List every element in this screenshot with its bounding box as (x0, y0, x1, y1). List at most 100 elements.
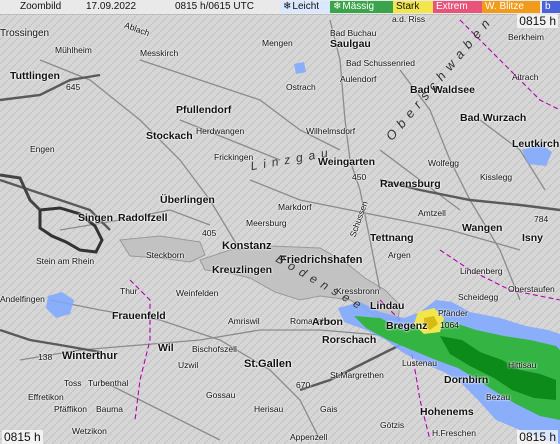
header-time: 0815 h/0615 UTC (175, 1, 254, 12)
place-label: Bad Buchau (330, 28, 377, 38)
radar-map: Zoombild 17.09.2022 0815 h/0615 UTC ❄Lei… (0, 0, 560, 444)
legend-label: Stark (396, 1, 420, 12)
place-label: Herisau (254, 404, 284, 414)
place-label: Saulgau (330, 38, 371, 50)
legend-label: Extrem (436, 1, 468, 12)
place-label: Uzwil (178, 360, 199, 370)
header-date: 17.09.2022 (86, 1, 137, 12)
place-label: Bauma (96, 404, 123, 414)
place-label: Lindau (370, 300, 405, 312)
place-label: Wetzikon (72, 426, 107, 436)
place-label: Götzis (380, 420, 405, 430)
snowflake-icon: ❄ (283, 1, 292, 12)
place-label: Wilhelmsdorf (306, 126, 356, 136)
time-bottom-right: 0815 h (517, 430, 558, 444)
place-label: Tuttlingen (10, 70, 60, 82)
place-label: Markdorf (278, 202, 312, 212)
place-label: Scheidegg (458, 292, 499, 302)
place-label: Ostrach (286, 82, 316, 92)
place-label: Berkheim (508, 32, 544, 42)
place-label: Überlingen (160, 194, 215, 206)
time-top-right: 0815 h (517, 14, 558, 28)
place-label: Messkirch (140, 48, 179, 58)
place-label: Appenzell (290, 432, 328, 442)
place-label: Oberstaufen (508, 284, 555, 294)
place-label: Weinfelden (176, 288, 219, 298)
legend-item-leicht: ❄Leicht (280, 1, 330, 13)
legend-item-stark: Stark (393, 1, 433, 13)
road-number: 670 (296, 380, 311, 390)
road-number: 645 (66, 82, 81, 92)
legend-item-w-blitze: W. Blitze (482, 1, 540, 13)
snowflake-icon: ❄ (333, 1, 342, 12)
place-label: Kisslegg (480, 172, 513, 182)
place-label: Aulendorf (340, 74, 377, 84)
place-label: Tettnang (370, 232, 414, 244)
place-label: Herdwangen (196, 126, 245, 136)
place-label: Winterthur (62, 350, 118, 362)
place-label: Lindenberg (460, 266, 503, 276)
place-label: Pfäffikon (54, 404, 87, 414)
place-label: Meersburg (246, 218, 287, 228)
time-bottom-left: 0815 h (2, 430, 43, 444)
place-label: Bad Wurzach (460, 112, 527, 124)
place-label: Stockach (146, 130, 193, 142)
place-label: a.d. Riss (392, 14, 426, 24)
river-label: Toss (64, 378, 82, 388)
place-label: Frickingen (214, 152, 254, 162)
place-label: Stein am Rhein (36, 256, 95, 266)
place-label: Konstanz (222, 240, 272, 252)
legend-label: W. Blitze (485, 1, 524, 12)
place-label: Bregenz (386, 320, 428, 332)
legend-label: b (545, 1, 551, 12)
road-number: 1064 (440, 320, 459, 330)
place-label: Bad Schussenried (346, 58, 415, 68)
place-label: Mengen (262, 38, 293, 48)
place-label: Amriswil (228, 316, 260, 326)
place-label: Wil (158, 342, 174, 354)
place-label: Dornbirn (444, 374, 489, 386)
place-label: Isny (522, 232, 544, 244)
road-number: 784 (534, 214, 549, 224)
place-label: Engen (30, 144, 55, 154)
place-label: Hittisau (508, 360, 537, 370)
legend-label: Leicht (292, 1, 320, 12)
place-label: Gais (320, 404, 338, 414)
place-label: Kreuzlingen (212, 264, 273, 276)
place-label: Bischofszell (192, 344, 237, 354)
place-label: Arbon (312, 316, 343, 328)
place-label: Effretikon (28, 392, 64, 402)
legend-item-extrem: Extrem (433, 1, 482, 13)
place-label: Radolfzell (118, 212, 168, 224)
place-label: Aitrach (512, 72, 539, 82)
place-label: Pfullendorf (176, 104, 232, 116)
place-label: Wolfegg (428, 158, 460, 168)
place-label: H.Freschen (432, 428, 476, 438)
place-label: Andelfingen (0, 294, 45, 304)
place-label: Rorschach (322, 334, 377, 346)
place-label: Turbenthal (88, 378, 129, 388)
river-label: Thur (120, 286, 138, 296)
legend-item-b: b (542, 1, 560, 13)
place-label: Steckborn (146, 250, 185, 260)
road-number: 450 (352, 172, 367, 182)
place-label: St.Gallen (244, 358, 292, 370)
place-label: Mühlheim (55, 45, 92, 55)
place-label: Gossau (206, 390, 236, 400)
place-label: Lustenau (402, 358, 437, 368)
place-label: Pfänder (438, 308, 468, 318)
place-label: Bezau (486, 392, 511, 402)
place-label: Ravensburg (380, 178, 441, 190)
header-title: Zoombild (20, 1, 62, 12)
place-label: St.Margrethen (330, 370, 384, 380)
place-label: Argen (388, 250, 411, 260)
place-label: Hohenems (420, 406, 474, 418)
legend-label: Mässig (342, 1, 375, 12)
place-label: Frauenfeld (112, 310, 166, 322)
road-number: 138 (38, 352, 53, 362)
place-label: Leutkirch (512, 138, 560, 150)
place-label: Amtzell (418, 208, 446, 218)
place-label: Trossingen (0, 28, 50, 39)
legend-item-m-ssig: ❄Mässig (330, 1, 393, 13)
place-label: Singen (78, 212, 114, 224)
